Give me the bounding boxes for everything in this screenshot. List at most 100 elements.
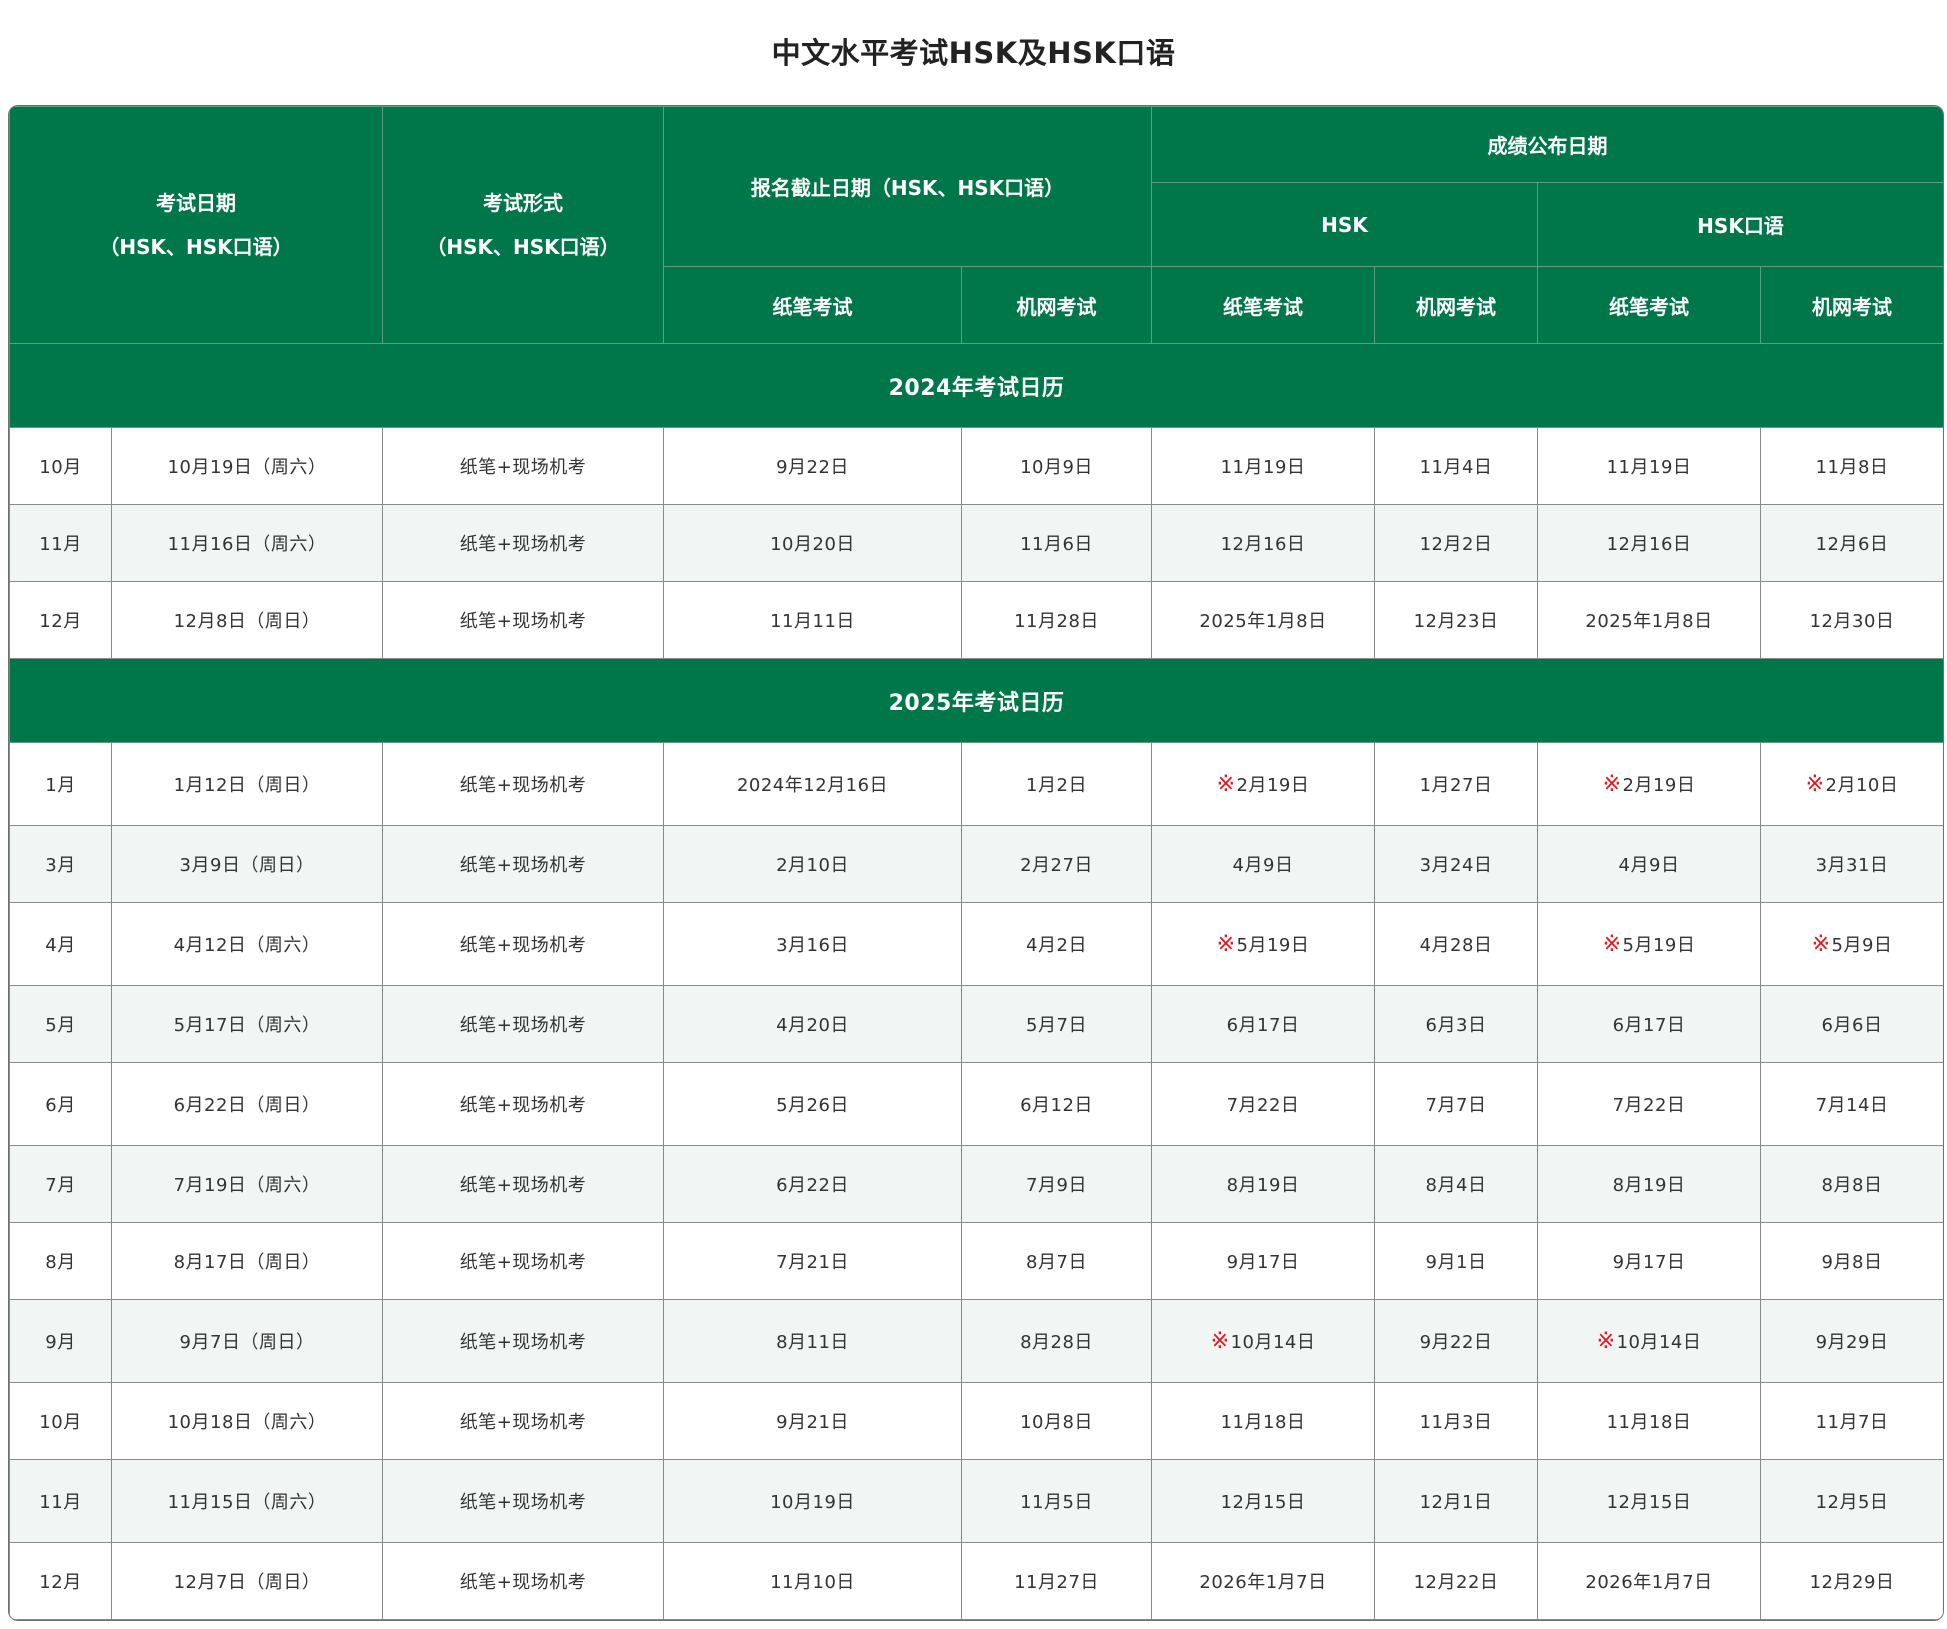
cell-hsk-paper: ※10月14日	[1151, 1299, 1375, 1383]
cell-deadline-paper: 3月16日	[663, 902, 962, 986]
cell-oral-paper: ※10月14日	[1537, 1299, 1761, 1383]
cell-hsk-online: 12月2日	[1374, 504, 1538, 582]
cell-exam-date: 10月18日（周六）	[111, 1382, 383, 1460]
year-section-row: 2025年考试日历	[9, 658, 1943, 743]
cell-month: 4月	[9, 902, 112, 986]
cell-oral-online: 12月30日	[1760, 581, 1943, 659]
cell-month: 9月	[9, 1299, 112, 1383]
cell-exam-format: 纸笔+现场机考	[382, 1299, 664, 1383]
header-exam-format: 考试形式 （HSK、HSK口语）	[382, 106, 664, 344]
cell-exam-format: 纸笔+现场机考	[382, 1542, 664, 1620]
date-text: 10月14日	[1616, 1332, 1702, 1353]
header-exam-date-sub: （HSK、HSK口语）	[99, 235, 293, 259]
cell-hsk-online: 12月23日	[1374, 581, 1538, 659]
cell-exam-date: 8月17日（周日）	[111, 1222, 383, 1300]
cell-hsk-paper: ※5月19日	[1151, 902, 1375, 986]
cell-deadline-online: 11月6日	[961, 504, 1152, 582]
cell-hsk-paper: 6月17日	[1151, 985, 1375, 1063]
cell-exam-format: 纸笔+现场机考	[382, 985, 664, 1063]
table-row: 11月 11月16日（周六） 纸笔+现场机考 10月20日 11月6日 12月16日 12月…	[9, 504, 1943, 582]
cell-hsk-paper: 7月22日	[1151, 1062, 1375, 1146]
cell-hsk-paper: ※2月19日	[1151, 742, 1375, 826]
exam-calendar-table: 考试日期 （HSK、HSK口语） 考试形式 （HSK、HSK口语） 报名截止日期…	[9, 106, 1943, 1620]
cell-oral-paper: 4月9日	[1537, 825, 1761, 903]
cell-hsk-paper: 12月15日	[1151, 1459, 1375, 1543]
cell-exam-date: 9月7日（周日）	[111, 1299, 383, 1383]
cell-month: 7月	[9, 1145, 112, 1223]
table-row: 3月 3月9日（周日） 纸笔+现场机考 2月10日 2月27日 4月9日 3月24日 4月9日…	[9, 825, 1943, 903]
table-row: 7月 7月19日（周六） 纸笔+现场机考 6月22日 7月9日 8月19日 8月4日 8月19…	[9, 1145, 1943, 1223]
year-section-label: 2024年考试日历	[9, 343, 1943, 428]
header-results: 成绩公布日期	[1151, 106, 1943, 183]
cell-hsk-paper: 8月19日	[1151, 1145, 1375, 1223]
cell-deadline-paper: 8月11日	[663, 1299, 962, 1383]
exam-calendar-table-wrapper: 考试日期 （HSK、HSK口语） 考试形式 （HSK、HSK口语） 报名截止日期…	[8, 105, 1944, 1621]
table-row: 9月 9月7日（周日） 纸笔+现场机考 8月11日 8月28日 ※10月14日 9月22日 ※…	[9, 1299, 1943, 1383]
cell-oral-online: 11月7日	[1760, 1382, 1943, 1460]
cell-exam-format: 纸笔+现场机考	[382, 742, 664, 826]
cell-oral-paper: 9月17日	[1537, 1222, 1761, 1300]
header-deadline-online: 机网考试	[961, 266, 1152, 344]
cell-exam-date: 3月9日（周日）	[111, 825, 383, 903]
cell-oral-paper: 11月18日	[1537, 1382, 1761, 1460]
note-mark: ※	[1216, 772, 1236, 797]
cell-exam-date: 6月22日（周日）	[111, 1062, 383, 1146]
cell-oral-online: 8月8日	[1760, 1145, 1943, 1223]
header-oral-online: 机网考试	[1760, 266, 1943, 344]
cell-exam-date: 11月16日（周六）	[111, 504, 383, 582]
cell-month: 11月	[9, 504, 112, 582]
cell-exam-format: 纸笔+现场机考	[382, 825, 664, 903]
cell-exam-date: 4月12日（周六）	[111, 902, 383, 986]
cell-oral-online: 12月29日	[1760, 1542, 1943, 1620]
cell-exam-format: 纸笔+现场机考	[382, 1062, 664, 1146]
cell-oral-paper: ※2月19日	[1537, 742, 1761, 826]
cell-deadline-online: 8月7日	[961, 1222, 1152, 1300]
table-row: 4月 4月12日（周六） 纸笔+现场机考 3月16日 4月2日 ※5月19日 4月28日 ※5…	[9, 902, 1943, 986]
cell-hsk-online: 6月3日	[1374, 985, 1538, 1063]
cell-oral-paper: 12月15日	[1537, 1459, 1761, 1543]
date-text: 5月19日	[1622, 935, 1696, 956]
cell-deadline-paper: 4月20日	[663, 985, 962, 1063]
cell-deadline-paper: 10月19日	[663, 1459, 962, 1543]
cell-exam-format: 纸笔+现场机考	[382, 1459, 664, 1543]
cell-oral-paper: 12月16日	[1537, 504, 1761, 582]
cell-hsk-paper: 9月17日	[1151, 1222, 1375, 1300]
cell-month: 8月	[9, 1222, 112, 1300]
cell-month: 1月	[9, 742, 112, 826]
cell-hsk-online: 12月22日	[1374, 1542, 1538, 1620]
cell-month: 6月	[9, 1062, 112, 1146]
page-title: 中文水平考试HSK及HSK口语	[771, 36, 1176, 70]
table-header: 考试日期 （HSK、HSK口语） 考试形式 （HSK、HSK口语） 报名截止日期…	[9, 106, 1943, 344]
table-row: 10月 10月19日（周六） 纸笔+现场机考 9月22日 10月9日 11月19日 11月4…	[9, 427, 1943, 505]
header-results-hsk-oral: HSK口语	[1537, 182, 1943, 267]
date-text: 2月19日	[1622, 775, 1696, 796]
cell-exam-format: 纸笔+现场机考	[382, 581, 664, 659]
date-text: 10月14日	[1230, 1332, 1316, 1353]
cell-deadline-online: 6月12日	[961, 1062, 1152, 1146]
cell-deadline-online: 8月28日	[961, 1299, 1152, 1383]
cell-deadline-online: 5月7日	[961, 985, 1152, 1063]
cell-deadline-paper: 6月22日	[663, 1145, 962, 1223]
cell-oral-paper: 2026年1月7日	[1537, 1542, 1761, 1620]
cell-hsk-paper: 12月16日	[1151, 504, 1375, 582]
table-row: 5月 5月17日（周六） 纸笔+现场机考 4月20日 5月7日 6月17日 6月3日 6月17…	[9, 985, 1943, 1063]
cell-exam-date: 12月7日（周日）	[111, 1542, 383, 1620]
cell-deadline-online: 4月2日	[961, 902, 1152, 986]
note-mark: ※	[1805, 772, 1825, 797]
cell-deadline-paper: 2024年12月16日	[663, 742, 962, 826]
cell-oral-paper: ※5月19日	[1537, 902, 1761, 986]
cell-oral-online: 6月6日	[1760, 985, 1943, 1063]
year-section-label: 2025年考试日历	[9, 658, 1943, 743]
cell-exam-format: 纸笔+现场机考	[382, 504, 664, 582]
table-row: 12月 12月7日（周日） 纸笔+现场机考 11月10日 11月27日 2026年1月7日…	[9, 1542, 1943, 1620]
cell-hsk-paper: 11月18日	[1151, 1382, 1375, 1460]
cell-deadline-online: 7月9日	[961, 1145, 1152, 1223]
note-mark: ※	[1210, 1329, 1230, 1354]
header-hsk-online: 机网考试	[1374, 266, 1538, 344]
table-row: 12月 12月8日（周日） 纸笔+现场机考 11月11日 11月28日 2025年1月8日…	[9, 581, 1943, 659]
cell-oral-online: 3月31日	[1760, 825, 1943, 903]
cell-exam-format: 纸笔+现场机考	[382, 1222, 664, 1300]
cell-deadline-online: 11月28日	[961, 581, 1152, 659]
year-section-row: 2024年考试日历	[9, 343, 1943, 428]
cell-exam-format: 纸笔+现场机考	[382, 1145, 664, 1223]
